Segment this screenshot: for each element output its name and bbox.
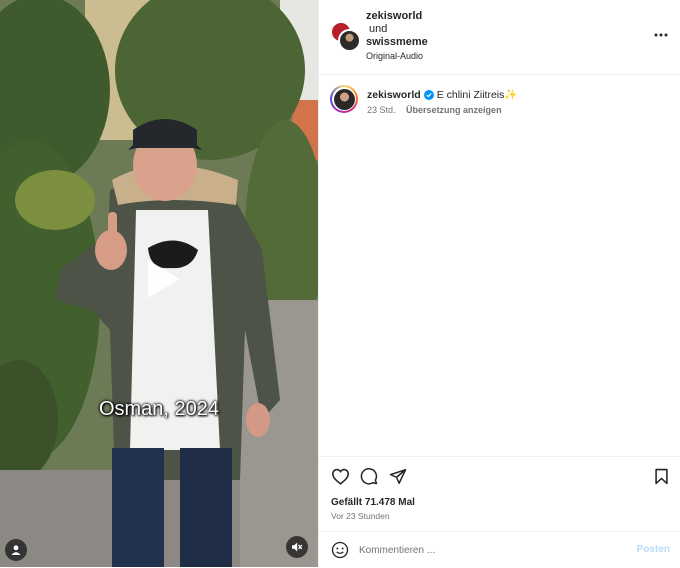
post-timestamp: Vor 23 Stunden <box>331 511 390 521</box>
emoji-button[interactable] <box>331 541 349 559</box>
post-caption: zekisworld E chlini Ziitreis ✨ 23 Std. Ü… <box>319 75 680 455</box>
share-button[interactable] <box>387 465 409 487</box>
comment-bar: Posten <box>319 531 680 568</box>
audio-link[interactable]: Original-Audio <box>366 50 428 63</box>
more-options-button[interactable] <box>652 26 670 44</box>
smiley-icon <box>331 541 349 559</box>
caption-text: E chlini Ziitreis <box>436 88 505 101</box>
action-bar <box>319 456 680 493</box>
post-comment-button[interactable]: Posten <box>637 544 670 555</box>
tagged-users-button[interactable] <box>5 539 27 561</box>
avatar-zekisworld[interactable] <box>338 29 361 52</box>
more-options-icon <box>654 33 668 37</box>
user-tag-icon <box>11 545 21 555</box>
save-button[interactable] <box>650 465 672 487</box>
post-header: zekisworld und swissmeme Original-Audio <box>319 0 680 75</box>
heart-icon <box>331 468 349 485</box>
play-button[interactable] <box>138 256 184 302</box>
comment-input[interactable] <box>359 542 609 558</box>
muted-speaker-icon <box>292 542 303 552</box>
caption-avatar-ring <box>332 87 356 111</box>
post-dialog: Osman, 2024 zekisworld und swissmeme Ori… <box>0 0 680 567</box>
caption-avatar-image <box>333 88 355 110</box>
bookmark-icon <box>654 468 668 484</box>
verified-badge-icon <box>423 89 434 100</box>
caption-meta: 23 Std. Übersetzung anzeigen <box>367 105 502 115</box>
likes-count[interactable]: Gefällt 71.478 Mal <box>331 497 415 508</box>
caption-line: zekisworld E chlini Ziitreis ✨ <box>367 88 518 102</box>
play-icon <box>148 260 180 298</box>
caption-time: 23 Std. <box>367 105 396 115</box>
author-link-primary[interactable]: zekisworld <box>366 10 428 23</box>
post-sidebar: zekisworld und swissmeme Original-Audio … <box>318 0 680 567</box>
header-authors: zekisworld und swissmeme Original-Audio <box>366 10 428 63</box>
author-link-secondary[interactable]: swissmeme <box>366 36 428 49</box>
mute-toggle-button[interactable] <box>286 536 308 558</box>
like-button[interactable] <box>329 465 351 487</box>
comment-button[interactable] <box>358 465 380 487</box>
video-text-overlay: Osman, 2024 <box>98 398 220 420</box>
caption-avatar[interactable] <box>330 85 358 113</box>
collab-avatars[interactable] <box>331 22 361 52</box>
author-conjunction: und <box>369 23 388 35</box>
comment-bubble-icon <box>360 468 378 485</box>
caption-username[interactable]: zekisworld <box>367 89 421 101</box>
caption-emoji: ✨ <box>504 89 518 101</box>
translate-link[interactable]: Übersetzung anzeigen <box>406 105 502 115</box>
send-paper-plane-icon <box>389 468 407 484</box>
post-media[interactable]: Osman, 2024 <box>0 0 318 567</box>
